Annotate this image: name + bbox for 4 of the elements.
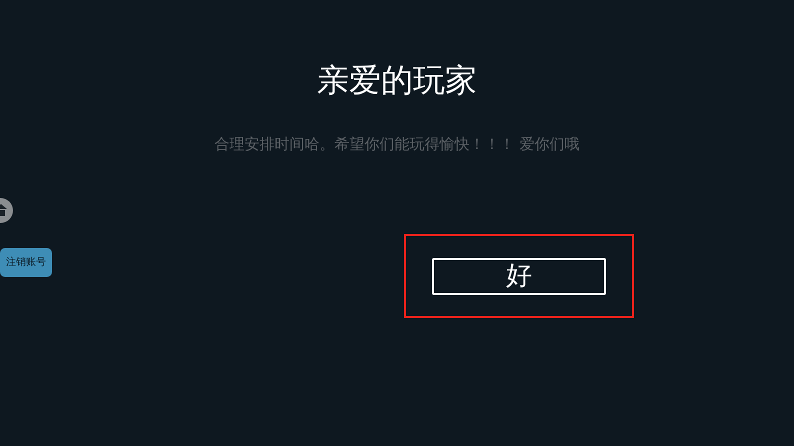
dialog-message: 合理安排时间哈。希望你们能玩得愉快！！！ 爱你们哦 (214, 134, 580, 154)
ok-button[interactable]: 好 (432, 258, 606, 294)
deregister-button[interactable]: 注销账号 (0, 248, 52, 277)
dialog-title: 亲爱的玩家 (317, 60, 477, 100)
